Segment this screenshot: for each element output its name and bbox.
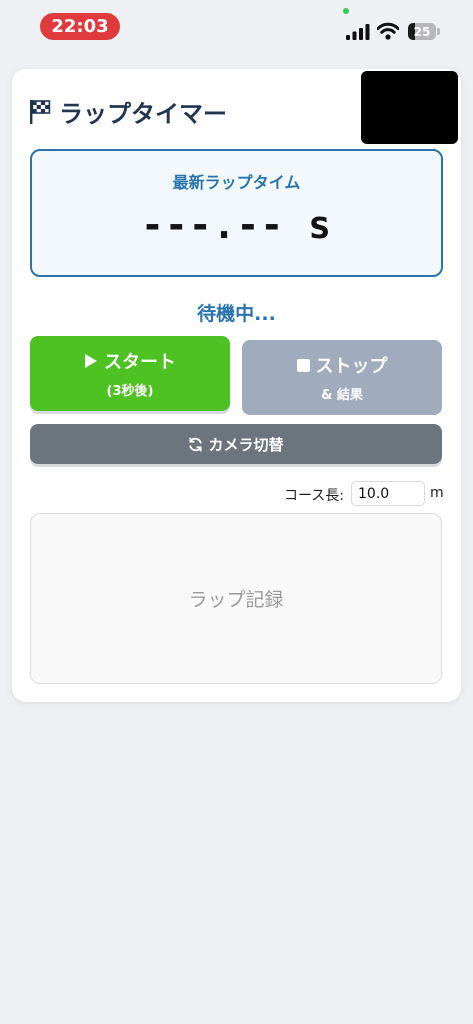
camera-switch-button[interactable]: カメラ切替 (30, 424, 442, 464)
latest-lap-label: 最新ラップタイム (172, 173, 301, 192)
lap-record-placeholder: ラップ記録 (188, 589, 284, 611)
checkered-flag-icon (30, 99, 51, 124)
lap-record-list: ラップ記録 (30, 513, 442, 684)
start-button-label: スタート (104, 352, 176, 373)
course-length-label: コース長: (284, 488, 345, 504)
battery-level: 25 (413, 24, 431, 39)
status-time: 22:03 (40, 13, 120, 40)
recording-indicator-dot (343, 8, 349, 14)
cellular-signal-icon (346, 24, 370, 40)
camera-switch-label: カメラ切替 (208, 435, 284, 454)
start-button[interactable]: スタート (3秒後) (30, 336, 230, 411)
stop-button-sublabel: & 結果 (321, 388, 363, 403)
stop-icon (296, 358, 310, 372)
wifi-icon (377, 22, 399, 40)
app-title-text: ラップタイマー (59, 100, 227, 128)
course-length-input[interactable] (351, 481, 425, 506)
app-title: ラップタイマー (29, 94, 227, 129)
course-length-unit: m (430, 485, 444, 501)
start-button-sublabel: (3秒後) (106, 384, 154, 399)
latest-lap-panel: 最新ラップタイム ---.-- s (30, 149, 443, 277)
battery-icon: 25 (408, 23, 436, 40)
timer-status: 待機中... (197, 303, 276, 325)
stop-button-label: ストップ (315, 356, 388, 377)
play-icon (85, 354, 97, 368)
battery-tip (437, 28, 440, 35)
refresh-icon (189, 436, 203, 452)
stop-button[interactable]: ストップ & 結果 (242, 340, 442, 415)
latest-lap-value: ---.-- s (140, 203, 333, 247)
camera-preview (361, 71, 458, 144)
